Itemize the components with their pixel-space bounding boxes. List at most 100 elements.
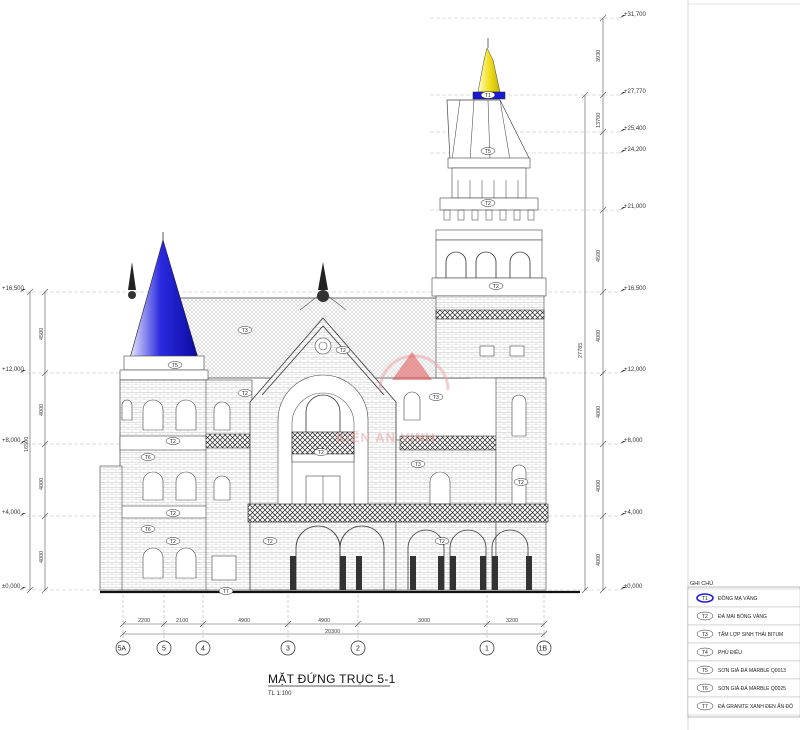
dims-left: 4500 4000 4000 4000 16500 [24, 288, 49, 594]
axis-bubble: 1B [536, 595, 552, 656]
svg-text:T2: T2 [518, 480, 524, 486]
legend-panel: GHI CHÚ T1 ĐỒNG MẠ VÀNG T2 ĐÁ MÀI BÓNG V… [687, 580, 800, 718]
left-small-spire [128, 262, 136, 299]
dim-label: 3000 [418, 618, 430, 624]
level-label: +27,770 [624, 89, 647, 95]
dim-label: 2200 [138, 618, 150, 624]
dim-label: 4000 [39, 551, 45, 563]
svg-text:T6: T6 [145, 455, 151, 461]
svg-text:SƠN GIẢ ĐÁ MARBLE Q0013: SƠN GIẢ ĐÁ MARBLE Q0013 [718, 667, 786, 674]
left-wing [99, 465, 123, 591]
svg-text:5: 5 [162, 646, 166, 653]
svg-text:T2: T2 [318, 450, 324, 456]
building-elevation [99, 38, 580, 594]
material-tag: T3 [428, 393, 444, 401]
level-label: +16,500 [624, 286, 647, 292]
dim-label: 4500 [39, 328, 45, 340]
balustrade [247, 503, 549, 523]
scale-text: TL 1:100 [268, 691, 292, 697]
svg-text:PHÙ ĐIÊU: PHÙ ĐIÊU [718, 648, 742, 656]
svg-text:TẤM LỢP SINH THÁI BITUM: TẤM LỢP SINH THÁI BITUM [718, 631, 783, 638]
level-label: +31,700 [624, 12, 647, 18]
level-label: +12,000 [2, 367, 25, 373]
svg-text:T5: T5 [702, 668, 708, 674]
level-marker: +16,500 [620, 286, 647, 292]
level-marker: +12,000 [620, 367, 647, 373]
level-marker: +16,500 [2, 286, 26, 292]
legend-item: T2 ĐÁ MÀI BÓNG VÀNG [687, 606, 800, 626]
level-label: +16,500 [2, 286, 25, 292]
svg-text:5A: 5A [118, 646, 127, 653]
dim-label: 2100 [176, 618, 188, 624]
material-tag: T7 [218, 587, 234, 595]
level-marker: +8,000 [620, 438, 643, 444]
axis-bubble: 2 [350, 595, 366, 656]
level-label: +4,000 [2, 510, 21, 516]
svg-text:T6: T6 [145, 527, 151, 533]
level-label: +8,000 [624, 438, 643, 444]
level-marker: ±0,000 [2, 584, 26, 590]
level-marker: +21,000 [620, 204, 647, 210]
dims-right: 3930 13700 4500 4000 4000 4000 4000 2778… [578, 14, 607, 594]
dim-label: 13700 [596, 113, 602, 128]
dim-label: 4000 [39, 478, 45, 490]
level-marker: +31,700 [620, 12, 647, 18]
level-marker: +4,000 [2, 510, 26, 516]
axis-bubble: 5A [115, 595, 131, 656]
level-marker: ±0,000 [620, 584, 643, 590]
svg-text:ĐỒNG MẠ VÀNG: ĐỒNG MẠ VÀNG [718, 595, 758, 602]
svg-text:ĐÁ MÀI BÓNG VÀNG: ĐÁ MÀI BÓNG VÀNG [718, 613, 767, 620]
dim-label: 4000 [596, 554, 602, 566]
svg-text:T3: T3 [702, 632, 708, 638]
svg-text:T7: T7 [223, 589, 229, 595]
level-marker: +25,400 [620, 126, 647, 132]
level-label: +12,000 [624, 367, 647, 373]
svg-text:3: 3 [286, 646, 290, 653]
level-label: +25,400 [624, 126, 647, 132]
svg-text:T2: T2 [242, 391, 248, 397]
svg-text:T7: T7 [702, 704, 708, 710]
level-marker: +8,000 [2, 438, 26, 444]
svg-text:T2: T2 [485, 201, 491, 207]
watermark-text: KIẾN AN VINH [336, 430, 436, 445]
dim-label: 4000 [596, 480, 602, 492]
levels-right: +31,700 +27,770 +25,400 +24,200 +21,000 … [620, 12, 647, 590]
svg-text:T5: T5 [485, 149, 491, 155]
title-text: MẶT ĐỨNG TRỤC 5-1 [268, 671, 396, 686]
svg-text:T3: T3 [415, 462, 421, 468]
dim-label: 4000 [596, 406, 602, 418]
legend-item: T6 SƠN GIẢ ĐÁ MARBLE Q0025 [687, 678, 800, 698]
dims-bottom: 2200 2100 4900 4900 3000 3200 20300 [119, 618, 548, 638]
dim-label: 4000 [596, 330, 602, 342]
svg-text:T1: T1 [702, 596, 708, 602]
level-marker: +27,770 [620, 89, 647, 95]
svg-text:T2: T2 [439, 539, 445, 545]
gold-cap [477, 47, 501, 93]
dim-total: 27785 [578, 343, 584, 358]
dim-label: 3200 [506, 618, 518, 624]
dim-label: 4900 [318, 618, 330, 624]
level-label: +21,000 [624, 204, 647, 210]
levels-left: +16,500 +12,000 +8,000 +4,000 ±0,000 [2, 286, 26, 590]
svg-text:T4: T4 [702, 650, 708, 656]
dim-total: 16500 [24, 437, 30, 452]
level-label: +4,000 [624, 510, 643, 516]
central-tower [431, 38, 547, 379]
legend-item: T5 SƠN GIẢ ĐÁ MARBLE Q0013 [687, 660, 800, 680]
level-marker: +12,000 [2, 367, 26, 373]
svg-text:T3: T3 [433, 395, 439, 401]
svg-text:T2: T2 [170, 511, 176, 517]
level-label: ±0,000 [624, 584, 643, 590]
level-marker: +24,200 [620, 147, 647, 153]
axis-bubble: 4 [195, 595, 211, 656]
axis-bubble: 1 [479, 595, 495, 656]
svg-text:ĐÁ GRANITE XANH ĐEN ẤN ĐỘ: ĐÁ GRANITE XANH ĐEN ẤN ĐỘ [718, 703, 793, 710]
dim-label: 4000 [39, 404, 45, 416]
dim-label: 4900 [238, 618, 250, 624]
legend-item: T4 PHÙ ĐIÊU [687, 642, 800, 662]
elevation-drawing: +31,700 +27,770 +25,400 +24,200 +21,000 … [2, 0, 800, 730]
svg-text:T2: T2 [702, 614, 708, 620]
svg-text:T2: T2 [267, 539, 273, 545]
level-label: +8,000 [2, 438, 21, 444]
svg-text:1: 1 [485, 646, 489, 653]
